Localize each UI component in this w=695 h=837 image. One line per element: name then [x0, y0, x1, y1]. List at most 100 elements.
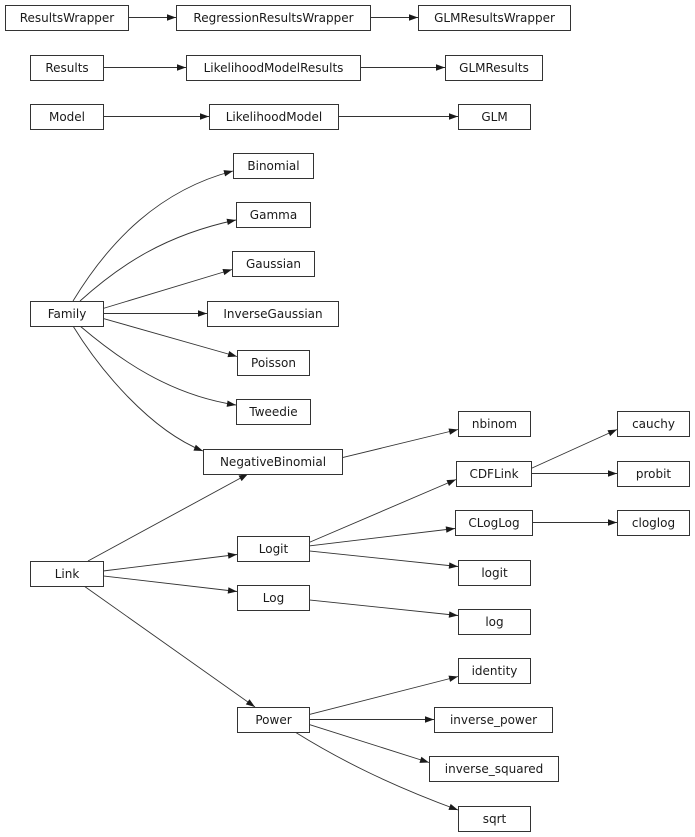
- edge-Power-to-inverse_power: [309, 716, 434, 723]
- node-Tweedie[interactable]: Tweedie: [236, 399, 311, 425]
- edge-Link-to-Logit: [102, 552, 238, 572]
- node-cloglog[interactable]: cloglog: [617, 510, 690, 536]
- node-label: cloglog: [632, 516, 675, 530]
- arrowhead-icon: [226, 400, 236, 407]
- node-label: cauchy: [632, 417, 675, 431]
- arrowhead-icon: [449, 113, 458, 120]
- node-Log[interactable]: Log: [237, 585, 310, 611]
- edge-Link-to-Power: [83, 585, 256, 708]
- node-RegressionResultsWrapper[interactable]: RegressionResultsWrapper: [176, 5, 371, 31]
- node-LikelihoodModelResults[interactable]: LikelihoodModelResults: [186, 55, 361, 81]
- node-CLogLog[interactable]: CLogLog: [455, 510, 533, 536]
- node-inverse_squared[interactable]: inverse_squared: [429, 756, 559, 782]
- edge-Model-to-LikelihoodModel: [103, 113, 209, 120]
- edge-line: [308, 479, 457, 543]
- edge-CDFLink-to-probit: [531, 470, 617, 477]
- node-label: CDFLink: [469, 467, 518, 481]
- arrowhead-icon: [226, 218, 236, 225]
- node-label: Gamma: [250, 208, 297, 222]
- arrowhead-icon: [419, 756, 429, 763]
- node-label: Model: [49, 110, 85, 124]
- edge-CLogLog-to-cloglog: [532, 519, 617, 526]
- node-label: nbinom: [472, 417, 517, 431]
- edge-Power-to-inverse_squared: [308, 723, 430, 763]
- node-label: Binomial: [247, 159, 299, 173]
- node-label: log: [485, 615, 503, 629]
- node-label: RegressionResultsWrapper: [193, 11, 353, 25]
- node-Model[interactable]: Model: [30, 104, 104, 130]
- arrowhead-icon: [448, 803, 458, 810]
- node-label: Results: [45, 61, 88, 75]
- node-Results[interactable]: Results: [30, 55, 104, 81]
- node-label: InverseGaussian: [223, 307, 322, 321]
- edge-line: [102, 554, 238, 572]
- node-identity[interactable]: identity: [458, 658, 531, 684]
- node-label: LikelihoodModelResults: [204, 61, 344, 75]
- edge-line: [83, 585, 256, 708]
- arrowhead-icon: [245, 699, 255, 707]
- node-GLMResultsWrapper[interactable]: GLMResultsWrapper: [418, 5, 571, 31]
- node-label: Log: [263, 591, 284, 605]
- node-label: Family: [48, 307, 87, 321]
- edge-Logit-to-logit: [308, 550, 459, 569]
- node-sqrt[interactable]: sqrt: [458, 806, 531, 832]
- node-logit[interactable]: logit: [458, 560, 531, 586]
- node-label: GLMResults: [459, 61, 529, 75]
- node-LikelihoodModel[interactable]: LikelihoodModel: [209, 104, 339, 130]
- arrowhead-icon: [238, 474, 248, 482]
- edge-Link-to-NegativeBinomial: [87, 473, 249, 562]
- arrowhead-icon: [448, 675, 458, 682]
- node-label: Link: [55, 567, 80, 581]
- node-NegativeBinomial[interactable]: NegativeBinomial: [203, 449, 343, 475]
- node-Family[interactable]: Family: [30, 301, 104, 327]
- edge-line: [79, 219, 237, 302]
- arrowhead-icon: [608, 470, 617, 477]
- node-nbinom[interactable]: nbinom: [458, 411, 531, 437]
- arrowhead-icon: [446, 479, 456, 486]
- edge-CDFLink-to-cauchy: [530, 429, 618, 469]
- edge-line: [308, 723, 430, 763]
- arrowhead-icon: [448, 562, 458, 569]
- edges-layer: [72, 14, 618, 811]
- node-inverse_power[interactable]: inverse_power: [434, 707, 553, 733]
- node-CDFLink[interactable]: CDFLink: [456, 461, 532, 487]
- node-Link[interactable]: Link: [30, 561, 104, 587]
- node-Logit[interactable]: Logit: [237, 536, 310, 562]
- arrowhead-icon: [177, 64, 186, 71]
- node-InverseGaussian[interactable]: InverseGaussian: [207, 301, 339, 327]
- node-Gamma[interactable]: Gamma: [236, 202, 311, 228]
- edge-LikelihoodModel-to-GLM: [338, 113, 458, 120]
- node-ResultsWrapper[interactable]: ResultsWrapper: [5, 5, 129, 31]
- edge-line: [102, 575, 238, 592]
- edge-line: [530, 429, 618, 469]
- node-label: LikelihoodModel: [226, 110, 323, 124]
- edge-line: [72, 325, 204, 452]
- node-Poisson[interactable]: Poisson: [237, 350, 310, 376]
- node-label: inverse_power: [450, 713, 537, 727]
- nodes-layer: ResultsWrapper RegressionResultsWrapper GL…: [5, 5, 690, 832]
- edge-line: [341, 429, 459, 459]
- inheritance-diagram: ResultsWrapper RegressionResultsWrapper GL…: [5, 5, 690, 832]
- node-log[interactable]: log: [458, 609, 531, 635]
- edge-Family-to-Gamma: [79, 218, 237, 302]
- arrowhead-icon: [167, 14, 176, 21]
- edge-Family-to-Binomial: [72, 170, 234, 302]
- node-Binomial[interactable]: Binomial: [233, 153, 314, 179]
- node-probit[interactable]: probit: [617, 461, 690, 487]
- arrowhead-icon: [607, 429, 617, 437]
- arrowhead-icon: [198, 310, 207, 317]
- edge-Log-to-log: [308, 599, 459, 618]
- arrowhead-icon: [193, 444, 203, 451]
- node-Power[interactable]: Power: [237, 707, 310, 733]
- node-cauchy[interactable]: cauchy: [617, 411, 690, 437]
- edge-RegressionResultsWrapper-to-GLMResultsWrapper: [370, 14, 418, 21]
- node-GLMResults[interactable]: GLMResults: [445, 55, 543, 81]
- node-label: probit: [636, 467, 672, 481]
- node-label: CLogLog: [468, 516, 519, 530]
- node-label: Poisson: [251, 356, 296, 370]
- node-GLM[interactable]: GLM: [458, 104, 531, 130]
- node-label: inverse_squared: [445, 762, 544, 776]
- node-Gaussian[interactable]: Gaussian: [232, 251, 315, 277]
- edge-Logit-to-CLogLog: [308, 526, 456, 547]
- arrowhead-icon: [425, 716, 434, 723]
